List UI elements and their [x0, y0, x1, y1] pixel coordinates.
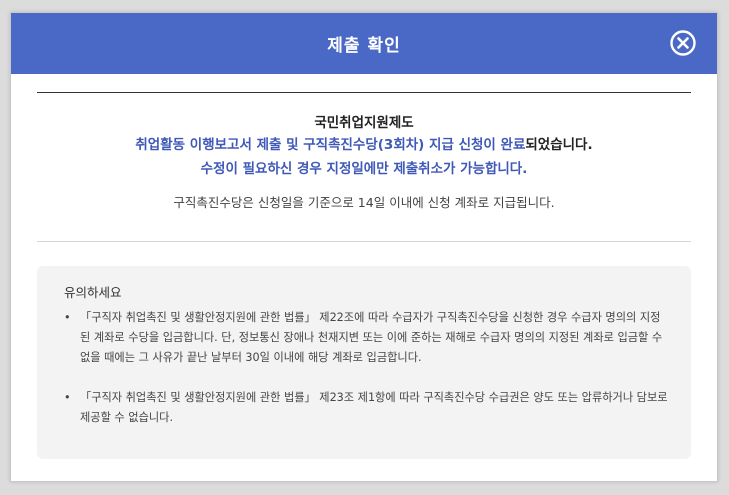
- program-name: 국민취업지원제도: [314, 115, 414, 131]
- close-circle-icon: [670, 30, 696, 56]
- close-button[interactable]: [669, 29, 697, 57]
- middle-divider: [37, 241, 691, 242]
- completion-message-suffix: 되었습니다.: [525, 137, 593, 153]
- completion-message: 취업활동 이행보고서 제출 및 구직촉진수당(3회차) 지급 신청이 완료되었습…: [37, 133, 691, 157]
- result-message: 국민취업지원제도 취업활동 이행보고서 제출 및 구직촉진수당(3회차) 지급 …: [37, 113, 691, 213]
- caution-list: 「구직자 취업촉진 및 생활안정지원에 관한 법률」 제22조에 따라 수급자가…: [64, 308, 669, 428]
- caution-title: 유의하세요: [64, 285, 122, 300]
- caution-item: 「구직자 취업촉진 및 생활안정지원에 관한 법률」 제23조 제1항에 따라 …: [64, 388, 669, 428]
- top-divider: [37, 92, 691, 93]
- caution-box: 유의하세요 「구직자 취업촉진 및 생활안정지원에 관한 법률」 제22조에 따…: [37, 266, 691, 459]
- submit-confirm-dialog: 제출 확인 국민취업지원제도 취업활동 이행보고서 제출 및 구직촉진수당(3회…: [10, 12, 718, 482]
- dialog-header: 제출 확인: [11, 13, 717, 74]
- caution-item: 「구직자 취업촉진 및 생활안정지원에 관한 법률」 제22조에 따라 수급자가…: [64, 308, 669, 368]
- dialog-title: 제출 확인: [327, 36, 401, 56]
- completion-message-highlight: 취업활동 이행보고서 제출 및 구직촉진수당(3회차) 지급 신청이 완료: [135, 137, 526, 153]
- payment-note: 구직촉진수당은 신청일을 기준으로 14일 이내에 신청 계좌로 지급됩니다.: [173, 195, 555, 210]
- cancel-notice: 수정이 필요하신 경우 지정일에만 제출취소가 가능합니다.: [200, 161, 528, 177]
